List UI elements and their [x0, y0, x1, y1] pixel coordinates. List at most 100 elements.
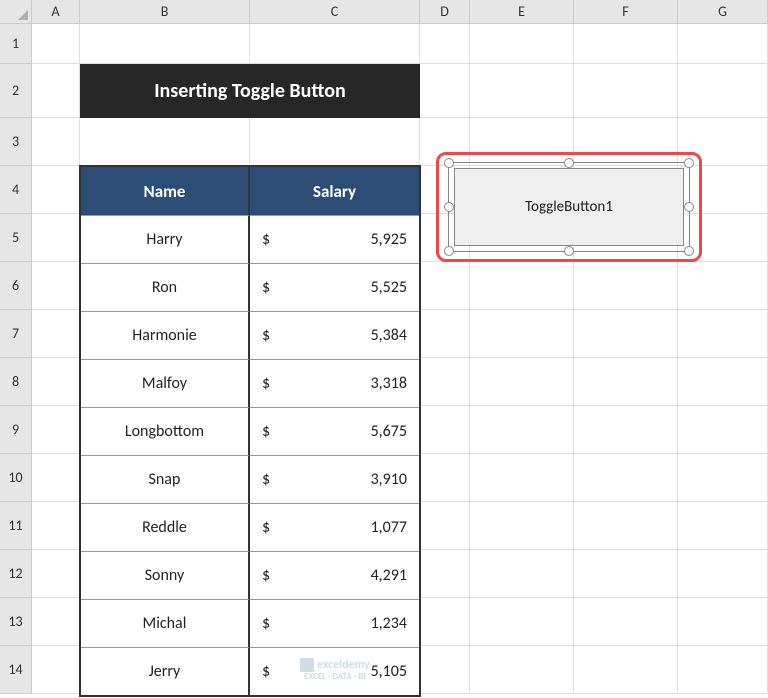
cell[interactable]: [470, 310, 574, 358]
cell[interactable]: [470, 598, 574, 646]
row-header[interactable]: 2: [0, 64, 32, 118]
cell[interactable]: [32, 502, 80, 550]
column-header[interactable]: B: [80, 0, 250, 24]
cell[interactable]: [32, 166, 80, 214]
cell[interactable]: [420, 454, 470, 502]
resize-handle[interactable]: [564, 158, 574, 168]
name-cell[interactable]: Michal: [81, 599, 250, 647]
cell[interactable]: [32, 454, 80, 502]
column-header[interactable]: G: [678, 0, 768, 24]
name-cell[interactable]: Sonny: [81, 551, 250, 599]
cell[interactable]: [574, 24, 678, 64]
row-header[interactable]: 4: [0, 166, 32, 214]
toggle-button[interactable]: ToggleButton1: [454, 168, 684, 246]
select-all-corner[interactable]: [0, 0, 32, 24]
cell[interactable]: [678, 454, 768, 502]
cell[interactable]: [574, 358, 678, 406]
cell[interactable]: [420, 550, 470, 598]
column-header[interactable]: A: [32, 0, 80, 24]
row-header[interactable]: 8: [0, 358, 32, 406]
salary-cell[interactable]: $5,925: [250, 215, 419, 263]
column-header[interactable]: F: [574, 0, 678, 24]
cell[interactable]: [470, 262, 574, 310]
cell[interactable]: [250, 24, 420, 64]
salary-cell[interactable]: $4,291: [250, 551, 419, 599]
row-header[interactable]: 11: [0, 502, 32, 550]
cell[interactable]: [32, 24, 80, 64]
cell[interactable]: [420, 24, 470, 64]
name-cell[interactable]: Harry: [81, 215, 250, 263]
row-header[interactable]: 10: [0, 454, 32, 502]
cell[interactable]: [574, 598, 678, 646]
row-header[interactable]: 7: [0, 310, 32, 358]
cell[interactable]: [32, 358, 80, 406]
cell[interactable]: [420, 64, 470, 118]
name-cell[interactable]: Ron: [81, 263, 250, 311]
cell[interactable]: [678, 310, 768, 358]
cell[interactable]: [470, 646, 574, 694]
name-cell[interactable]: Longbottom: [81, 407, 250, 455]
cell[interactable]: [574, 310, 678, 358]
cell[interactable]: [32, 598, 80, 646]
row-header[interactable]: 5: [0, 214, 32, 262]
cell[interactable]: [574, 64, 678, 118]
table-header[interactable]: Name: [81, 167, 250, 215]
cell[interactable]: [32, 214, 80, 262]
cell[interactable]: [32, 550, 80, 598]
salary-cell[interactable]: $1,077: [250, 503, 419, 551]
resize-handle[interactable]: [684, 246, 694, 256]
cell[interactable]: [80, 24, 250, 64]
cell[interactable]: [80, 118, 250, 166]
row-header[interactable]: 13: [0, 598, 32, 646]
cell[interactable]: [574, 502, 678, 550]
column-header[interactable]: E: [470, 0, 574, 24]
resize-handle[interactable]: [684, 202, 694, 212]
row-header[interactable]: 9: [0, 406, 32, 454]
cell[interactable]: [32, 64, 80, 118]
cell[interactable]: [420, 262, 470, 310]
salary-cell[interactable]: $1,234: [250, 599, 419, 647]
cell[interactable]: [32, 262, 80, 310]
cell[interactable]: [32, 646, 80, 694]
salary-cell[interactable]: $5,384: [250, 311, 419, 359]
row-header[interactable]: 6: [0, 262, 32, 310]
name-cell[interactable]: Jerry: [81, 647, 250, 695]
table-header[interactable]: Salary: [250, 167, 419, 215]
cell[interactable]: [678, 24, 768, 64]
name-cell[interactable]: Reddle: [81, 503, 250, 551]
cell[interactable]: [420, 358, 470, 406]
cell[interactable]: [470, 502, 574, 550]
cell[interactable]: [678, 64, 768, 118]
cell[interactable]: [470, 24, 574, 64]
row-header[interactable]: 12: [0, 550, 32, 598]
name-cell[interactable]: Harmonie: [81, 311, 250, 359]
resize-handle[interactable]: [444, 246, 454, 256]
cell[interactable]: [574, 262, 678, 310]
cell[interactable]: [470, 550, 574, 598]
cell[interactable]: [420, 646, 470, 694]
column-header[interactable]: C: [250, 0, 420, 24]
cell[interactable]: [678, 598, 768, 646]
cell[interactable]: [574, 454, 678, 502]
cell[interactable]: [678, 262, 768, 310]
cell[interactable]: [420, 502, 470, 550]
cell[interactable]: [574, 406, 678, 454]
salary-cell[interactable]: $5,675: [250, 407, 419, 455]
name-cell[interactable]: Snap: [81, 455, 250, 503]
cell[interactable]: [470, 454, 574, 502]
cell[interactable]: [250, 118, 420, 166]
column-header[interactable]: D: [420, 0, 470, 24]
cell[interactable]: [678, 406, 768, 454]
cell[interactable]: [470, 406, 574, 454]
resize-handle[interactable]: [684, 158, 694, 168]
cell[interactable]: [420, 406, 470, 454]
name-cell[interactable]: Malfoy: [81, 359, 250, 407]
cell[interactable]: [678, 502, 768, 550]
cell[interactable]: [420, 310, 470, 358]
cell[interactable]: [678, 550, 768, 598]
cell[interactable]: [678, 358, 768, 406]
row-header[interactable]: 14: [0, 646, 32, 694]
cell[interactable]: [420, 598, 470, 646]
resize-handle[interactable]: [444, 158, 454, 168]
cell[interactable]: [32, 310, 80, 358]
